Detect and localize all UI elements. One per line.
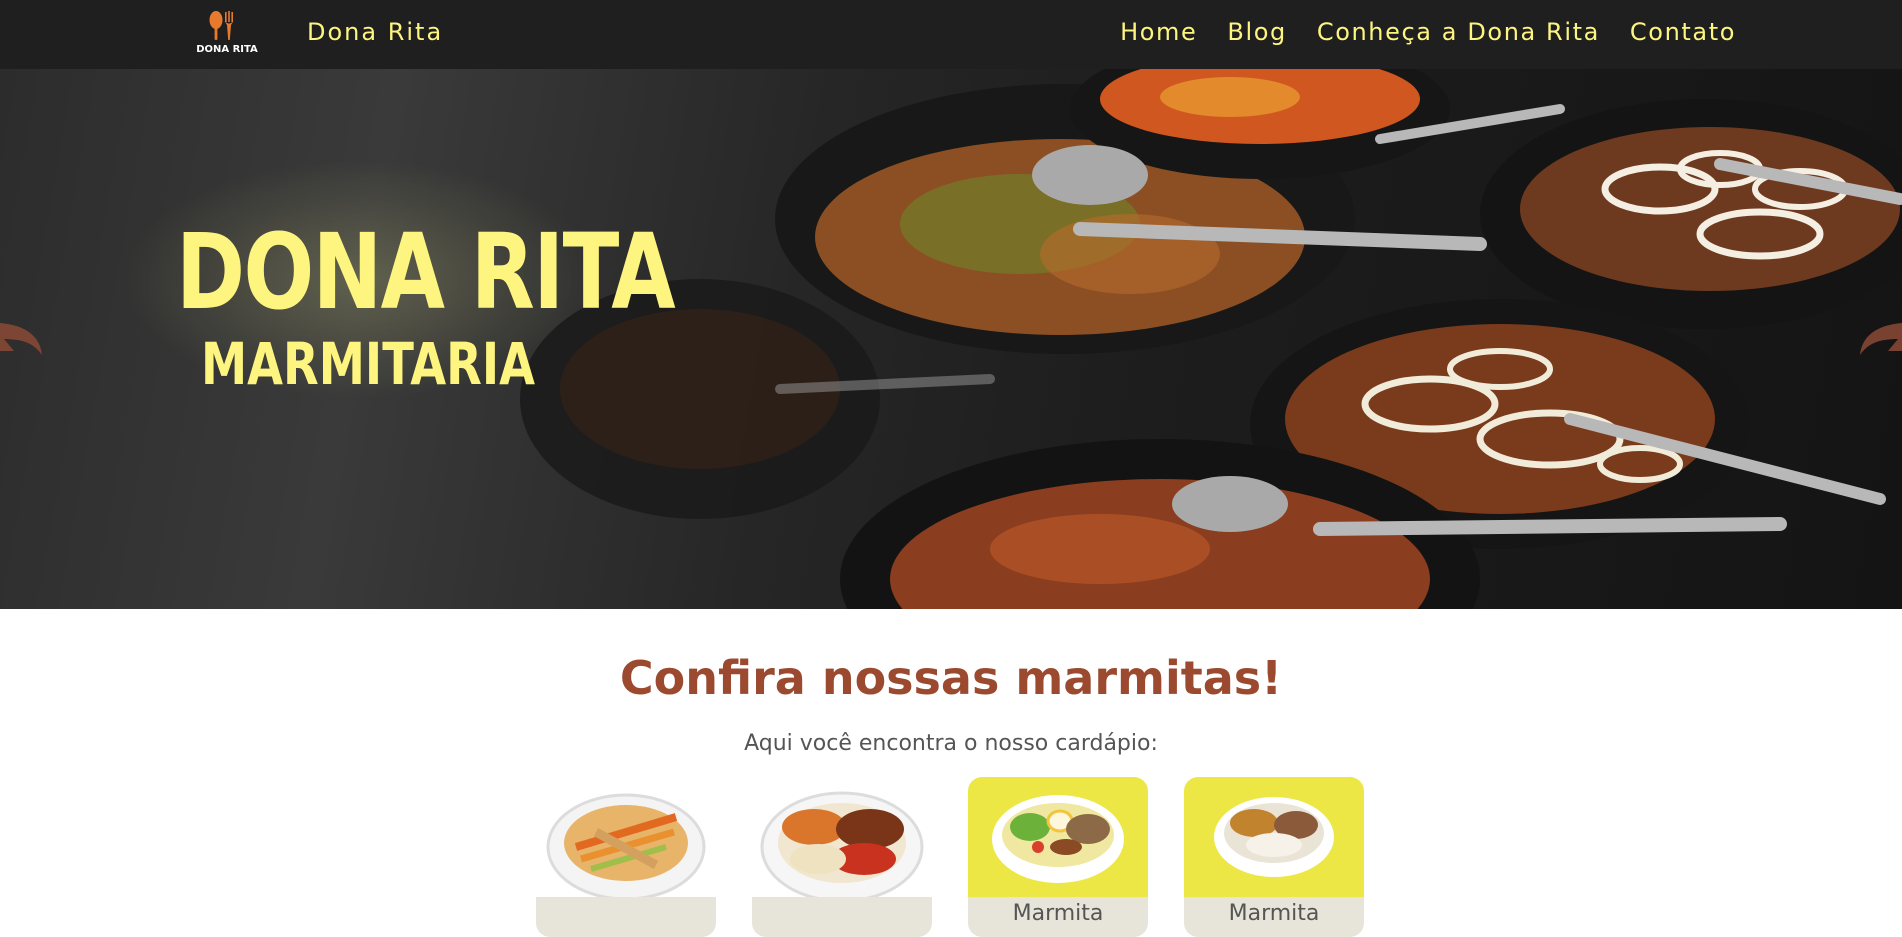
carousel-prev-arrow-icon[interactable]: [0, 315, 48, 359]
menu-cards: Marmita Marmita: [536, 777, 1366, 937]
brand-link[interactable]: Dona Rita: [307, 18, 443, 46]
navbar: DONA RITA Dona Rita Home Blog Conheça a …: [0, 0, 1902, 69]
svg-text:DONA RITA: DONA RITA: [196, 44, 258, 55]
menu-card[interactable]: [536, 777, 716, 937]
menu-card-caption: [536, 897, 716, 937]
menu-card[interactable]: [752, 777, 932, 937]
dona-rita-logo[interactable]: DONA RITA: [196, 6, 258, 56]
menu-card-caption: [752, 897, 932, 937]
nav-about[interactable]: Conheça a Dona Rita: [1317, 18, 1600, 46]
hero-title: DONA RITA MARMITARIA: [128, 211, 676, 399]
menu-card[interactable]: Marmita: [1184, 777, 1364, 937]
marmita-image: [752, 777, 932, 897]
menu-section-subtitle: Aqui você encontra o nosso cardápio:: [744, 731, 1158, 756]
hero-title-sub: MARMITARIA: [200, 330, 536, 398]
menu-section-title: Confira nossas marmitas!: [619, 651, 1283, 705]
hero-title-main: DONA RITA: [176, 211, 676, 333]
marmita-image: [1184, 777, 1364, 897]
nav-home[interactable]: Home: [1120, 18, 1197, 46]
menu-card-caption: Marmita: [968, 897, 1148, 937]
carousel-next-arrow-icon[interactable]: [1854, 315, 1902, 359]
menu-card[interactable]: Marmita: [968, 777, 1148, 937]
nav-blog[interactable]: Blog: [1227, 18, 1286, 46]
marmita-image: [536, 777, 716, 897]
nav-contact[interactable]: Contato: [1630, 18, 1736, 46]
menu-card-caption: Marmita: [1184, 897, 1364, 937]
marmita-image: [968, 777, 1148, 897]
hero-carousel: DONA RITA MARMITARIA: [0, 69, 1902, 609]
main-nav: Home Blog Conheça a Dona Rita Contato: [1120, 18, 1736, 46]
